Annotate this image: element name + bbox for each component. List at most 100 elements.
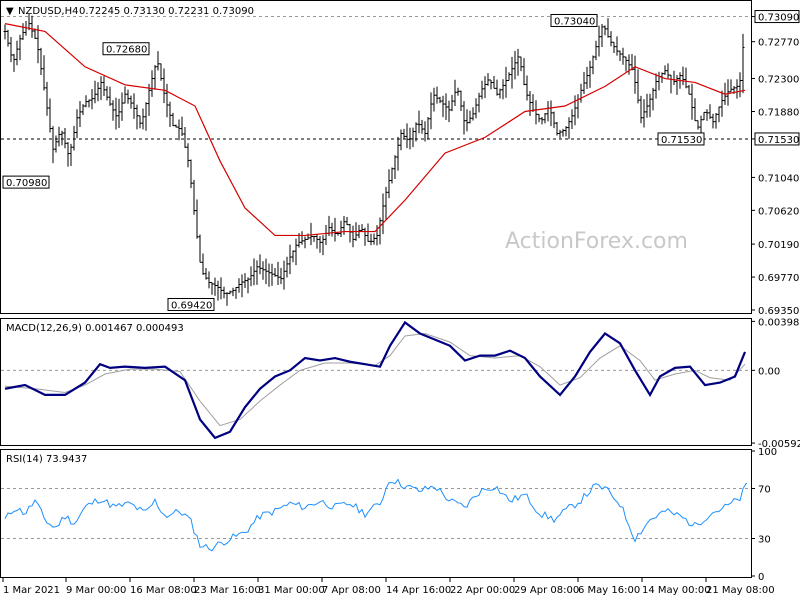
price-bar (672, 70, 676, 85)
annotation-label: 0.73040 (554, 16, 595, 27)
price-bar (666, 63, 670, 79)
ohlc-readout: 0.72245 0.73130 0.72231 0.73090 (79, 6, 254, 17)
price-bar (93, 80, 97, 104)
price-bar (258, 254, 262, 275)
price-bar (240, 274, 244, 298)
price-bar (138, 115, 142, 129)
price-bar (594, 40, 598, 61)
price-bar (102, 76, 106, 97)
price-bar (729, 79, 733, 93)
macd-series-layer (1, 320, 750, 440)
price-bar (633, 55, 637, 94)
price-bar (462, 101, 466, 135)
price-bar (177, 119, 181, 141)
price-bar (264, 258, 268, 285)
price-bar (168, 101, 172, 128)
y-tick-label: 0.72770 (758, 38, 799, 49)
y-tick-label: 30 (758, 535, 771, 546)
price-bar (249, 266, 253, 287)
price-bar (693, 98, 697, 122)
price-bar (309, 222, 313, 246)
price-bar (153, 65, 157, 90)
x-tick-label: 21 May 08:00 (706, 585, 775, 596)
y-tick-label: 0.73090 (758, 13, 799, 24)
rsi-line (4, 478, 748, 552)
price-bar (681, 66, 685, 86)
price-bar (54, 135, 58, 153)
x-tick-label: 6 May 16:00 (578, 585, 640, 596)
price-bar (144, 102, 148, 131)
price-bar (687, 84, 691, 95)
price-bar (513, 50, 517, 80)
macd-label: MACD(12,26,9) 0.001467 0.000493 (6, 323, 184, 334)
price-bar (183, 126, 187, 148)
price-bar (642, 99, 646, 128)
price-bar (582, 71, 586, 94)
price-bar (330, 222, 334, 237)
price-bar (663, 65, 667, 75)
price-bar (531, 94, 535, 112)
y-tick-label: 100 (758, 447, 777, 458)
annotation-label: 0.72680 (106, 45, 147, 56)
price-bar (435, 86, 439, 104)
price-bar (399, 129, 403, 151)
price-bar (411, 127, 415, 148)
price-bar (405, 123, 409, 149)
price-bar (63, 128, 67, 149)
rsi-label: RSI(14) 73.9437 (6, 454, 87, 465)
price-bar (618, 50, 622, 62)
price-bar (210, 282, 214, 295)
price-bar (576, 94, 580, 119)
chart-title: NZDUSD,H4 (18, 6, 78, 17)
y-tick-label: 0 (758, 572, 764, 583)
y-tick-label: 70 (758, 485, 771, 496)
price-bar (702, 111, 706, 121)
price-bar (585, 66, 589, 90)
price-bar (162, 68, 166, 104)
price-bar (39, 47, 43, 76)
price-bar (525, 75, 529, 101)
price-bar (201, 253, 205, 275)
price-bar (306, 233, 310, 240)
price-bar (45, 81, 49, 116)
price-bar (567, 117, 571, 140)
price-bar (351, 225, 355, 248)
price-bar (231, 287, 235, 297)
price-bar (171, 112, 175, 127)
annotation-label: 0.70980 (6, 178, 47, 189)
price-bar (270, 263, 274, 286)
price-bar (705, 109, 709, 121)
price-bar (261, 261, 265, 280)
price-bar (579, 83, 583, 103)
price-bar (510, 56, 514, 89)
price-bar (738, 72, 742, 98)
x-tick-label: 14 May 00:00 (642, 585, 711, 596)
price-series-layer: 0.70980 0.72680 0.69420 0.73040 0.71530 (1, 13, 750, 312)
price-bar (600, 24, 604, 47)
macd-line (4, 320, 747, 440)
price-bar (360, 224, 364, 232)
price-bar (12, 53, 16, 72)
x-tick-label: 7 Apr 08:00 (322, 585, 381, 596)
price-bar (57, 126, 61, 147)
price-bar (126, 89, 130, 104)
price-bar (408, 127, 412, 150)
price-bar (498, 88, 502, 99)
price-bar (396, 136, 400, 171)
price-bar (333, 217, 337, 242)
price-bar (570, 109, 574, 129)
price-bar (387, 169, 391, 199)
y-tick-label: 0.00 (758, 366, 780, 377)
price-bar (159, 63, 163, 81)
price-bar (207, 271, 211, 289)
price-bar (87, 99, 91, 108)
dropdown-arrow-icon[interactable]: ▼ (6, 6, 14, 17)
price-bar (444, 93, 448, 121)
price-bar (534, 100, 538, 125)
x-tick-label: 29 Apr 08:00 (514, 585, 579, 596)
price-bar (111, 100, 115, 121)
price-bar (438, 96, 442, 104)
price-bar (474, 98, 478, 119)
price-bar (684, 67, 688, 89)
price-bar (156, 51, 160, 71)
